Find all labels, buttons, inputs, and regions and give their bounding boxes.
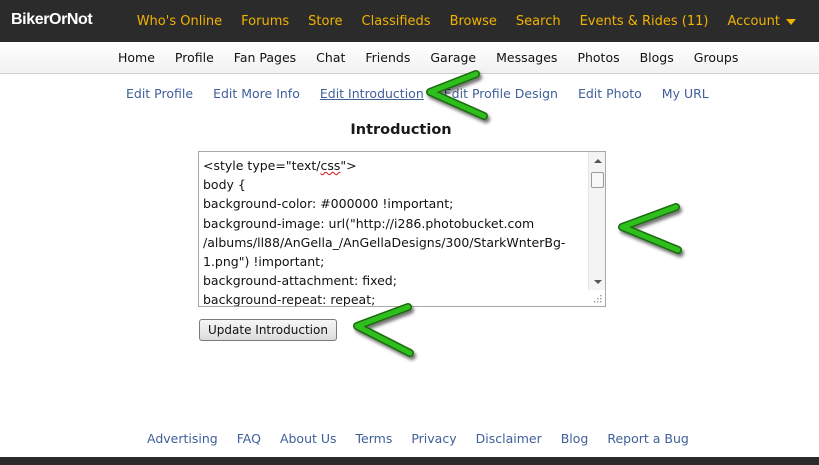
subnav-edit-profile-design[interactable]: Edit Profile Design bbox=[444, 86, 558, 101]
profile-subnav: Edit Profile Edit More Info Edit Introdu… bbox=[126, 86, 729, 101]
update-introduction-button[interactable]: Update Introduction bbox=[199, 319, 337, 341]
footer-about-us[interactable]: About Us bbox=[280, 431, 337, 446]
page-title: Introduction bbox=[350, 122, 452, 138]
footer-links: Advertising FAQ About Us Terms Privacy D… bbox=[147, 431, 708, 446]
topnav-forums[interactable]: Forums bbox=[241, 14, 289, 29]
annotation-arrow-icon bbox=[618, 203, 682, 254]
nav-chat[interactable]: Chat bbox=[316, 50, 345, 65]
nav-photos[interactable]: Photos bbox=[577, 50, 619, 65]
nav-groups[interactable]: Groups bbox=[694, 50, 739, 65]
nav-fan-pages[interactable]: Fan Pages bbox=[234, 50, 296, 65]
textarea-line: body { bbox=[203, 177, 246, 193]
top-bar: BikerOrNot Who's Online Forums Store Cla… bbox=[0, 0, 819, 42]
footer-report-a-bug[interactable]: Report a Bug bbox=[607, 431, 688, 446]
textarea-content: <style type="text/css"> body { backgroun… bbox=[203, 156, 583, 307]
topnav-store[interactable]: Store bbox=[308, 14, 342, 29]
textarea-scrollbar[interactable] bbox=[588, 152, 605, 290]
main-nav: Home Profile Fan Pages Chat Friends Gara… bbox=[0, 42, 819, 74]
scroll-down-button[interactable] bbox=[589, 274, 605, 289]
scroll-up-button[interactable] bbox=[589, 153, 605, 168]
textarea-line: <style type="text/css"> bbox=[203, 156, 583, 175]
nav-profile[interactable]: Profile bbox=[175, 50, 214, 65]
introduction-textarea[interactable]: <style type="text/css"> body { backgroun… bbox=[198, 151, 606, 307]
footer-blog[interactable]: Blog bbox=[561, 431, 589, 446]
nav-blogs[interactable]: Blogs bbox=[640, 50, 674, 65]
footer-terms[interactable]: Terms bbox=[356, 431, 393, 446]
subnav-edit-profile[interactable]: Edit Profile bbox=[126, 86, 193, 101]
textarea-line: background-attachment: fixed; bbox=[203, 273, 397, 289]
textarea-line: 1.png") !important; bbox=[203, 254, 325, 270]
spellcheck-word: css bbox=[320, 158, 341, 173]
arrow-down-icon bbox=[593, 279, 602, 284]
footer-advertising[interactable]: Advertising bbox=[147, 431, 218, 446]
topnav-search[interactable]: Search bbox=[516, 14, 561, 29]
textarea-line: /albums/ll88/AnGella_/AnGellaDesigns/300… bbox=[203, 234, 566, 250]
nav-messages[interactable]: Messages bbox=[496, 50, 557, 65]
bottom-bar bbox=[0, 457, 819, 465]
subnav-edit-photo[interactable]: Edit Photo bbox=[578, 86, 642, 101]
topnav-events-rides[interactable]: Events & Rides (11) bbox=[580, 14, 709, 29]
textarea-line-text: <style type="text/css"> bbox=[203, 158, 357, 173]
caret-down-icon bbox=[786, 18, 796, 25]
subnav-edit-introduction[interactable]: Edit Introduction bbox=[320, 86, 424, 101]
top-nav: Who's Online Forums Store Classifieds Br… bbox=[137, 0, 819, 42]
subnav-edit-more-info[interactable]: Edit More Info bbox=[213, 86, 300, 101]
subnav-my-url[interactable]: My URL bbox=[662, 86, 709, 101]
footer-faq[interactable]: FAQ bbox=[237, 431, 261, 446]
nav-home[interactable]: Home bbox=[118, 50, 155, 65]
nav-garage[interactable]: Garage bbox=[430, 50, 476, 65]
site-logo[interactable]: BikerOrNot bbox=[11, 11, 93, 29]
topnav-browse[interactable]: Browse bbox=[450, 14, 497, 29]
topnav-account-label: Account bbox=[727, 13, 781, 29]
scroll-thumb[interactable] bbox=[591, 172, 604, 188]
topnav-classifieds[interactable]: Classifieds bbox=[362, 14, 431, 29]
footer-disclaimer[interactable]: Disclaimer bbox=[476, 431, 542, 446]
annotation-arrow-icon bbox=[353, 303, 414, 357]
textarea-line: background-image: url("http://i286.photo… bbox=[203, 215, 535, 231]
resize-grip-icon[interactable] bbox=[594, 295, 602, 303]
page: BikerOrNot Who's Online Forums Store Cla… bbox=[0, 0, 819, 465]
textarea-line: background-repeat: repeat; bbox=[203, 292, 376, 307]
topnav-whos-online[interactable]: Who's Online bbox=[137, 14, 222, 29]
footer-privacy[interactable]: Privacy bbox=[411, 431, 456, 446]
arrow-up-icon bbox=[593, 158, 602, 163]
textarea-line: background-color: #000000 !important; bbox=[203, 196, 454, 212]
nav-friends[interactable]: Friends bbox=[365, 50, 410, 65]
topnav-account[interactable]: Account bbox=[727, 13, 796, 29]
